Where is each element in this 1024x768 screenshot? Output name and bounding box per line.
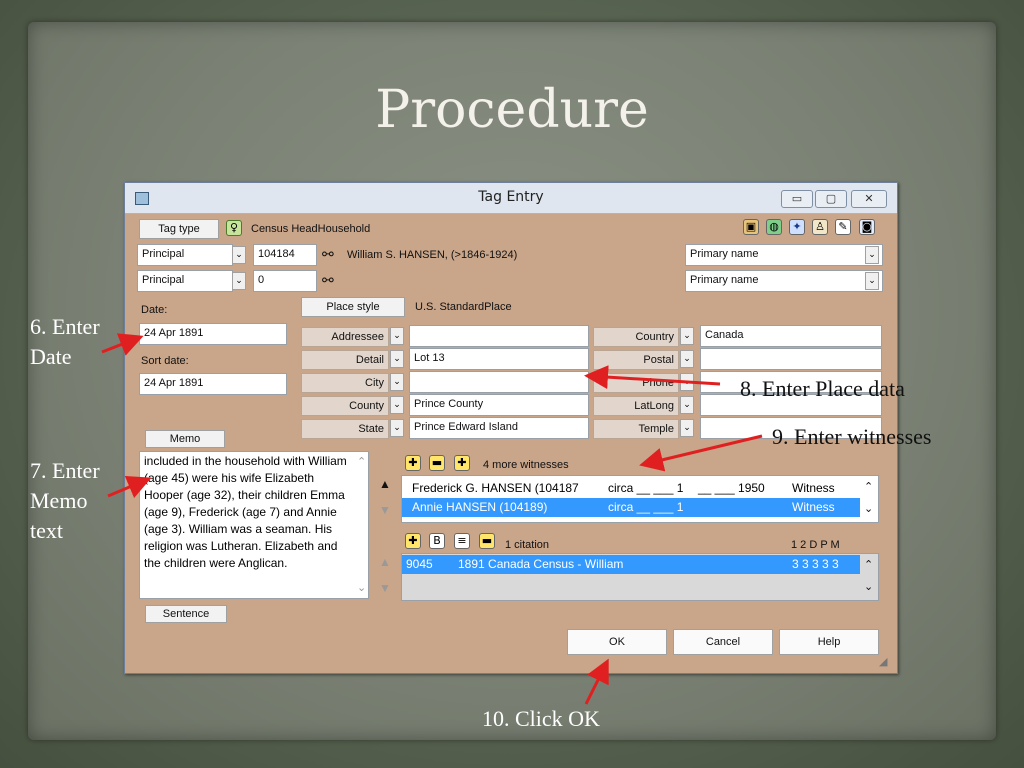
arrow-place bbox=[584, 365, 721, 390]
arrow-date bbox=[101, 333, 144, 356]
arrow-ok bbox=[584, 658, 609, 705]
arrow-memo bbox=[107, 475, 152, 499]
arrow-witnesses bbox=[639, 434, 763, 472]
annotation-arrows bbox=[101, 333, 763, 705]
